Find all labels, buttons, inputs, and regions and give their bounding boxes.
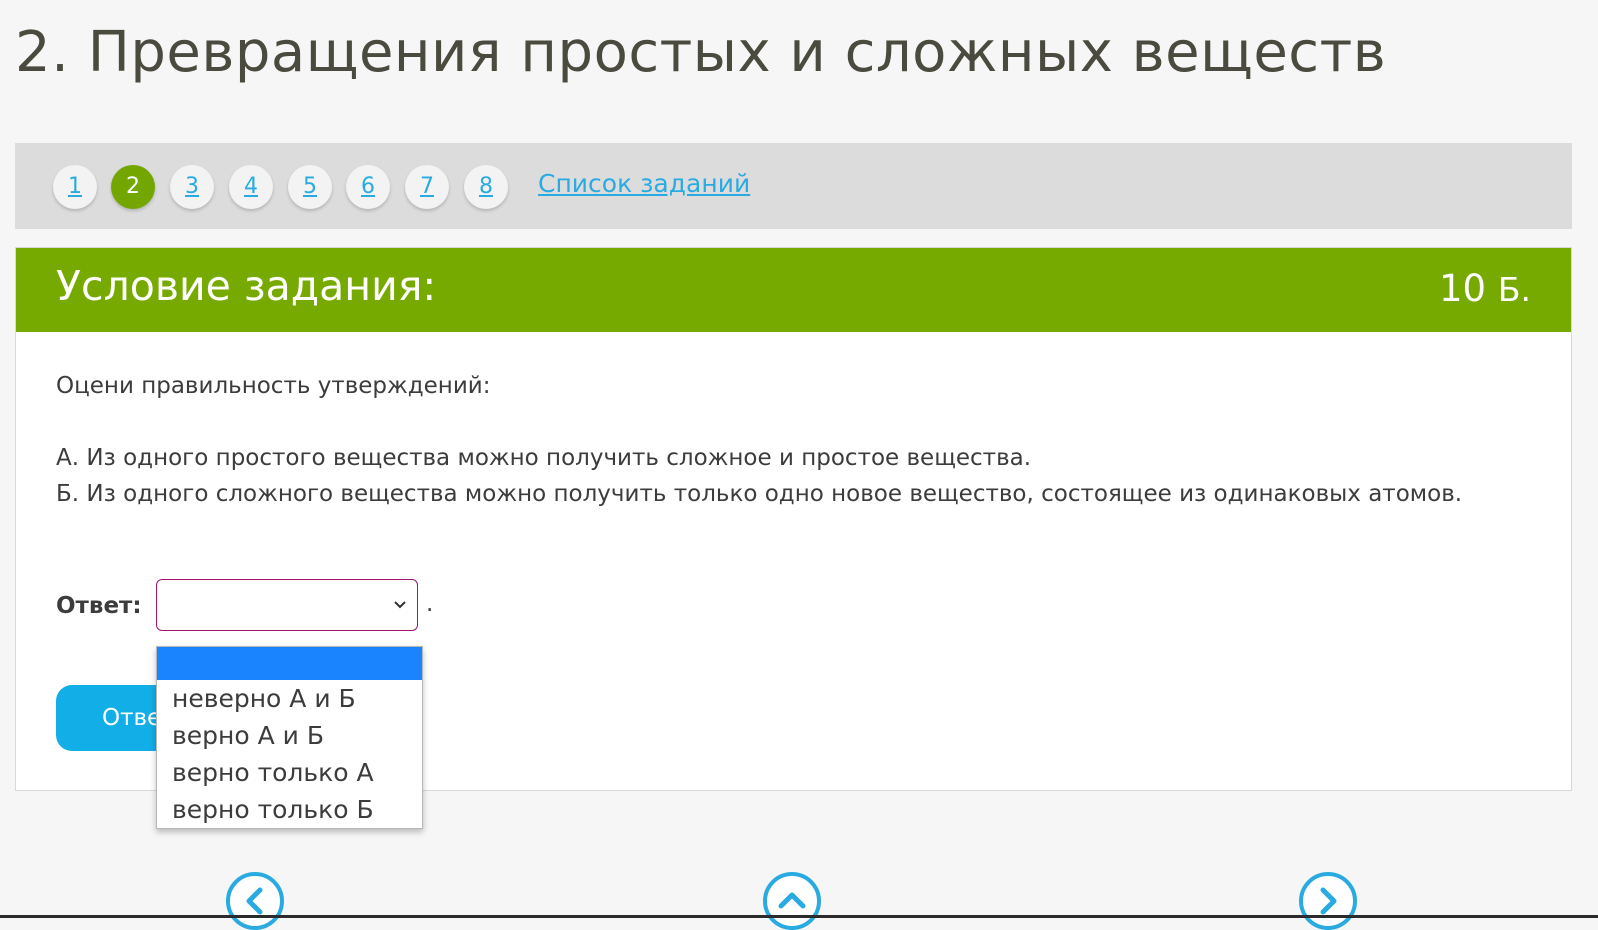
pager-item-1[interactable]: 1: [53, 165, 97, 209]
task-header: Условие задания: 10 Б.: [16, 248, 1571, 332]
pager-item-3[interactable]: 3: [170, 165, 214, 209]
task-points: 10 Б.: [1439, 267, 1531, 310]
pager-item-7[interactable]: 7: [405, 165, 449, 209]
dropdown-option-empty[interactable]: [157, 647, 422, 680]
chevron-right-icon: [1320, 887, 1337, 915]
chevron-left-icon: [246, 887, 263, 915]
dropdown-option-only-b[interactable]: верно только Б: [157, 791, 422, 828]
next-task-button[interactable]: [1299, 872, 1357, 930]
pager-item-6[interactable]: 6: [346, 165, 390, 209]
pager-item-5[interactable]: 5: [288, 165, 332, 209]
dropdown-option-both-false[interactable]: неверно А и Б: [157, 680, 422, 717]
pager-item-4[interactable]: 4: [229, 165, 273, 209]
task-pager: 1 2 3 4 5 6 7 8 Список заданий: [15, 143, 1572, 229]
statement-b: Б. Из одного сложного вещества можно пол…: [56, 481, 1463, 507]
chevron-down-icon: [393, 595, 407, 619]
answer-period: .: [426, 591, 434, 617]
pager-item-2[interactable]: 2: [111, 165, 155, 209]
task-header-title: Условие задания:: [56, 262, 437, 310]
answer-select[interactable]: [156, 579, 418, 631]
task-list-link[interactable]: Список заданий: [538, 169, 750, 198]
task-body: Оцени правильность утверждений: А. Из од…: [56, 368, 1496, 512]
answer-label: Ответ:: [56, 593, 142, 619]
page-title: 2. Превращения простых и сложных веществ: [15, 20, 1387, 85]
pager-item-8[interactable]: 8: [464, 165, 508, 209]
points-value: 10: [1439, 267, 1487, 310]
dropdown-option-only-a[interactable]: верно только А: [157, 754, 422, 791]
chevron-up-icon: [778, 892, 806, 909]
scroll-top-button[interactable]: [763, 872, 821, 930]
answer-dropdown-list: неверно А и Б верно А и Б верно только А…: [156, 646, 423, 829]
task-prompt: Оцени правильность утверждений:: [56, 373, 491, 399]
points-unit: Б.: [1497, 270, 1531, 309]
dropdown-option-both-true[interactable]: верно А и Б: [157, 717, 422, 754]
statement-a: А. Из одного простого вещества можно пол…: [56, 445, 1032, 471]
prev-task-button[interactable]: [226, 872, 284, 930]
